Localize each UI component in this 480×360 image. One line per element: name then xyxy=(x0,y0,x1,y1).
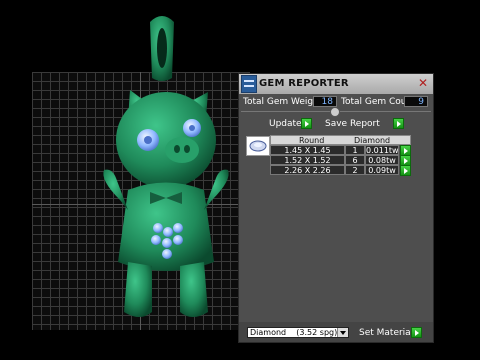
close-icon[interactable]: ✕ xyxy=(417,77,429,89)
viewport-grid[interactable] xyxy=(32,72,250,330)
material-select-value: Diamond (3.52 spg) xyxy=(250,328,338,337)
row-count: 6 xyxy=(345,155,365,165)
total-gem-weight-value: 18 xyxy=(313,96,337,107)
panel-footer: Diamond (3.52 spg) Set Material xyxy=(239,322,433,342)
chevron-down-icon[interactable] xyxy=(337,328,348,337)
column-diamond: Diamond xyxy=(354,136,391,145)
table-row[interactable]: 1.45 X 1.45 1 0.011tw xyxy=(270,145,411,156)
row-weight: 0.011tw xyxy=(365,145,399,155)
set-material-label[interactable]: Set Material xyxy=(359,328,413,338)
select-row-button[interactable] xyxy=(400,165,411,176)
row-size: 2.26 X 2.26 xyxy=(270,165,345,175)
bail-hole xyxy=(157,28,167,68)
row-weight: 0.09tw xyxy=(365,165,399,175)
set-material-button[interactable] xyxy=(411,327,422,338)
gem-reporter-panel: GEM REPORTER ✕ Total Gem Weight 18 Total… xyxy=(238,73,434,343)
row-size: 1.52 X 1.52 xyxy=(270,155,345,165)
column-round: Round xyxy=(299,136,325,145)
total-gem-weight-label: Total Gem Weight xyxy=(243,97,323,107)
row-size: 1.45 X 1.45 xyxy=(270,145,345,155)
panel-title: GEM REPORTER xyxy=(259,78,349,89)
update-label[interactable]: Update xyxy=(269,119,302,129)
table-row[interactable]: 1.52 X 1.52 6 0.08tw xyxy=(270,155,411,166)
save-report-label[interactable]: Save Report xyxy=(325,119,380,129)
table-header: Round Diamond xyxy=(270,135,411,145)
material-select[interactable]: Diamond (3.52 spg) xyxy=(247,327,349,338)
round-gem-icon[interactable] xyxy=(246,136,270,156)
panel-titlebar[interactable]: GEM REPORTER ✕ xyxy=(239,74,433,94)
row-weight: 0.08tw xyxy=(365,155,399,165)
separator-handle[interactable] xyxy=(330,107,340,117)
row-count: 2 xyxy=(345,165,365,175)
y-axis-line xyxy=(140,72,141,330)
total-gem-count-value: 9 xyxy=(404,96,428,107)
gem-reporter-logo-icon xyxy=(241,75,257,93)
update-button[interactable] xyxy=(301,118,312,129)
x-axis-line xyxy=(32,204,250,205)
save-report-button[interactable] xyxy=(393,118,404,129)
row-count: 1 xyxy=(345,145,365,155)
table-row[interactable]: 2.26 X 2.26 2 0.09tw xyxy=(270,165,411,176)
